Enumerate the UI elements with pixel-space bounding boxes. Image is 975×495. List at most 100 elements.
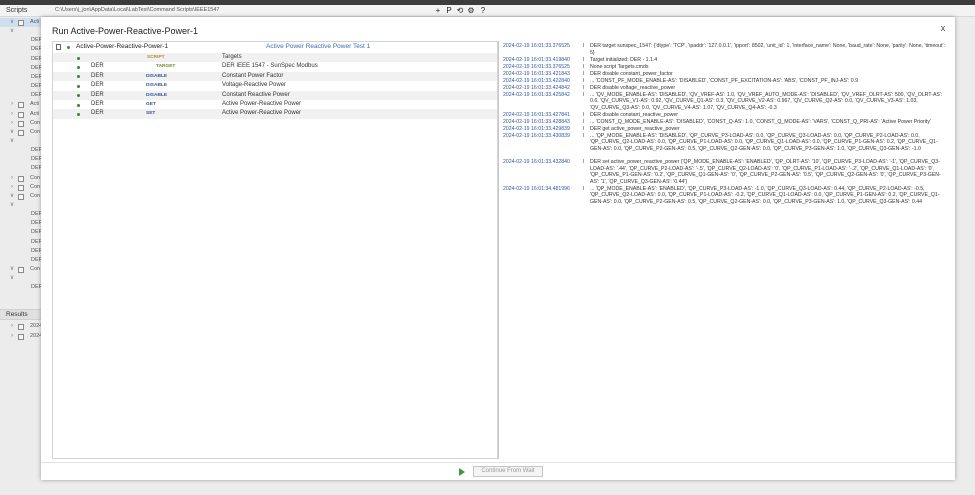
status-dot-icon bbox=[77, 103, 80, 107]
step-row[interactable]: DER SET Active Power-Reactive Power bbox=[53, 109, 497, 119]
status-dot-icon bbox=[77, 65, 80, 69]
step-command: DISABLE bbox=[146, 73, 168, 79]
script-description: Active Power Reactive Power Test 1 bbox=[266, 43, 371, 50]
tree-item-label: Con bbox=[30, 183, 41, 190]
result-item[interactable]: › 2024 bbox=[0, 322, 41, 331]
tree-item[interactable]: DER bbox=[0, 256, 41, 265]
log-timestamp: 2024-02-19 16:01:33.429839 bbox=[503, 125, 570, 132]
tree-item[interactable]: DER bbox=[0, 91, 41, 100]
result-item-label: 2024 bbox=[30, 332, 41, 339]
plus-icon[interactable]: + bbox=[433, 6, 443, 16]
log-timestamp: 2024-02-19 16:01:33.424842 bbox=[503, 84, 570, 91]
chevron-down-icon[interactable]: ∨ bbox=[9, 201, 15, 210]
settings-icon[interactable]: ⚙ bbox=[466, 6, 476, 16]
refresh-icon[interactable]: ⟲ bbox=[455, 6, 465, 16]
script-steps-pane: Active-Power-Reactive-Power-1 Active Pow… bbox=[52, 41, 498, 459]
tree-item[interactable]: DER bbox=[0, 45, 41, 54]
step-description: Constant Power Factor bbox=[222, 72, 284, 79]
log-timestamp: 2024-02-19 16:01:33.376525 bbox=[503, 63, 570, 70]
step-row[interactable]: DER DISABLE Constant Reactive Power bbox=[53, 90, 497, 100]
step-row[interactable]: DER TARGET DER IEEE 1547 - SunSpec Modbus bbox=[53, 62, 497, 71]
close-icon[interactable]: x bbox=[938, 23, 948, 33]
continue-from-wait-button[interactable]: Continue From Wait bbox=[473, 466, 543, 477]
tree-item[interactable]: DER bbox=[0, 82, 41, 91]
chevron-right-icon[interactable]: › bbox=[9, 110, 15, 119]
tree-item[interactable]: ∨ bbox=[0, 137, 41, 146]
tree-item[interactable]: DER bbox=[0, 155, 41, 164]
log-level: I bbox=[583, 185, 585, 192]
tree-item-label: DER bbox=[31, 73, 41, 80]
folder-icon bbox=[18, 20, 24, 26]
chevron-right-icon[interactable]: › bbox=[9, 332, 15, 341]
log-entry: 2024-02-19 16:01:33.430839 I ... 'QP_MODE_… bbox=[503, 133, 948, 159]
tree-item[interactable]: ∨ bbox=[0, 274, 41, 283]
play-icon[interactable] bbox=[458, 467, 466, 476]
step-row[interactable]: SCRIPT Targets bbox=[53, 53, 497, 63]
tree-item[interactable]: ∨ Acti bbox=[0, 18, 41, 27]
log-entry: 2024-02-19 16:01:33.428843 I ... 'CONST_Q_… bbox=[503, 119, 948, 126]
tree-item[interactable]: DER bbox=[0, 247, 41, 256]
chevron-down-icon[interactable]: ∨ bbox=[9, 265, 15, 274]
chevron-right-icon[interactable]: › bbox=[9, 183, 15, 192]
tree-item[interactable]: DER bbox=[0, 210, 41, 219]
tree-item[interactable]: › Acti bbox=[0, 110, 41, 119]
result-item[interactable]: › 2024 bbox=[0, 332, 41, 341]
help-icon[interactable]: ? bbox=[478, 6, 488, 16]
tree-item-label: DER bbox=[31, 211, 41, 218]
chevron-down-icon[interactable]: ∨ bbox=[9, 137, 15, 146]
log-level: I bbox=[583, 63, 585, 70]
tree-item[interactable]: DER bbox=[0, 73, 41, 82]
tree-item-label: DER bbox=[31, 37, 41, 44]
chevron-down-icon[interactable]: ∨ bbox=[9, 192, 15, 201]
tree-item[interactable]: DER bbox=[0, 36, 41, 45]
tree-item-label: DER bbox=[31, 284, 41, 291]
status-dot-icon bbox=[67, 46, 70, 49]
script-header-row[interactable]: Active-Power-Reactive-Power-1 Active Pow… bbox=[53, 42, 497, 52]
tree-item[interactable]: › Con bbox=[0, 183, 41, 192]
p-icon[interactable]: P bbox=[444, 6, 454, 16]
log-message: ... 'QV_MODE_ENABLE-AS': 'DISABLED', 'QV… bbox=[590, 91, 943, 111]
tree-item-label: DER bbox=[31, 238, 41, 245]
tree-item[interactable]: ∨ bbox=[0, 27, 41, 36]
log-entry: 2024-02-19 16:01:34.481996 I ... 'QP_MODE_… bbox=[503, 186, 948, 206]
tree-item[interactable]: DER bbox=[0, 238, 41, 247]
step-target: DER bbox=[91, 72, 104, 79]
log-timestamp: 2024-02-19 16:01:33.430839 bbox=[503, 132, 570, 139]
chevron-down-icon[interactable]: ∨ bbox=[9, 27, 15, 36]
chevron-down-icon[interactable]: ∨ bbox=[9, 274, 15, 283]
chevron-right-icon[interactable]: › bbox=[9, 100, 15, 109]
tree-item[interactable]: DER bbox=[0, 64, 41, 73]
log-message: None script Targets.cmds bbox=[590, 63, 649, 70]
tree-item[interactable]: ∨ bbox=[0, 201, 41, 210]
tree-item[interactable]: DER bbox=[0, 164, 41, 173]
step-target: DER bbox=[91, 63, 104, 70]
tree-item[interactable]: › Acti bbox=[0, 100, 41, 109]
chevron-down-icon[interactable]: ∨ bbox=[9, 128, 15, 137]
chevron-right-icon[interactable]: › bbox=[9, 174, 15, 183]
tree-item[interactable]: DER bbox=[0, 219, 41, 228]
step-row[interactable]: DER DISABLE Constant Power Factor bbox=[53, 71, 497, 82]
step-row[interactable]: DER GET Active Power-Reactive Power bbox=[53, 100, 497, 109]
chevron-down-icon[interactable]: ∨ bbox=[9, 18, 15, 27]
tree-item[interactable]: ∨ Con bbox=[0, 265, 41, 274]
folder-icon bbox=[18, 184, 24, 191]
step-description: Active Power-Reactive Power bbox=[222, 110, 302, 117]
tree-item[interactable]: DER bbox=[0, 146, 41, 155]
tree-item-label: DER bbox=[31, 55, 41, 62]
step-description: DER IEEE 1547 - SunSpec Modbus bbox=[222, 63, 318, 70]
chevron-right-icon[interactable]: › bbox=[9, 119, 15, 128]
step-command: DISABLE bbox=[146, 92, 168, 98]
tree-item[interactable]: › Con bbox=[0, 119, 41, 128]
status-dot-icon bbox=[77, 84, 80, 88]
tree-item[interactable]: › Con bbox=[0, 174, 41, 183]
tree-item[interactable]: DER bbox=[0, 228, 41, 237]
step-row[interactable]: DER DISABLE Voltage-Reactive Power bbox=[53, 81, 497, 90]
tree-item[interactable]: DER bbox=[0, 283, 41, 292]
tree-item[interactable]: ∨ Con bbox=[0, 128, 41, 137]
tree-item[interactable]: ∨ Con bbox=[0, 192, 41, 201]
status-dot-icon bbox=[77, 112, 80, 116]
dialog-footer: Continue From Wait bbox=[41, 462, 955, 480]
tree-item[interactable]: DER bbox=[0, 55, 41, 64]
log-message: DER set active_power_reactive_power {'QP… bbox=[590, 159, 941, 185]
chevron-right-icon[interactable]: › bbox=[9, 322, 15, 331]
